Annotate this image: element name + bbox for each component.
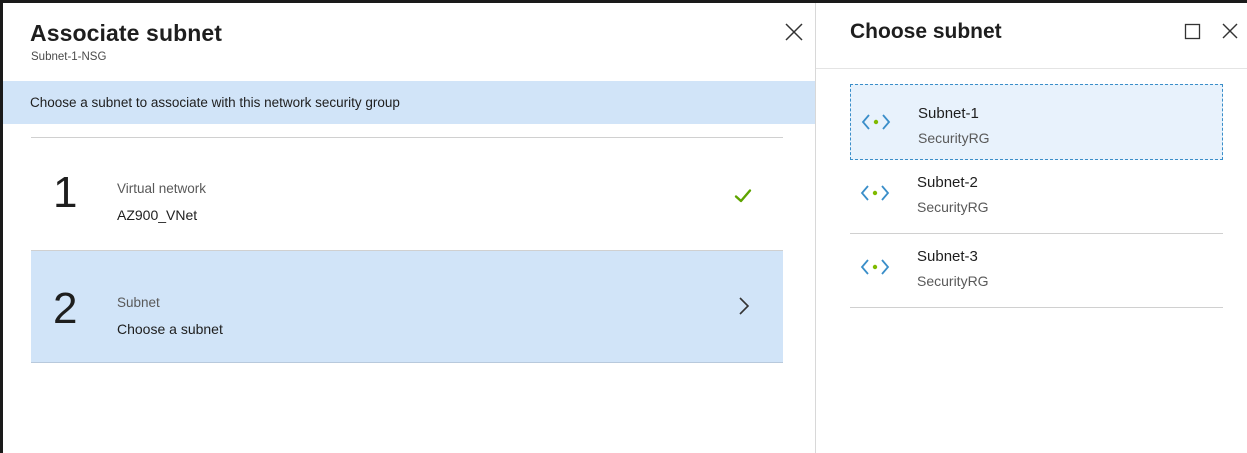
subnet-resource-group: SecurityRG (917, 273, 989, 289)
subnet-list: Subnet-1 SecurityRG Subnet-2 SecurityRG (850, 84, 1223, 308)
associate-subnet-blade: Associate subnet Subnet-1-NSG Choose a s… (3, 3, 816, 453)
close-blade-button[interactable] (783, 21, 805, 43)
blade-title: Associate subnet (30, 20, 223, 46)
subnet-item-3[interactable]: Subnet-3 SecurityRG (850, 234, 1223, 308)
subnet-name: Subnet-3 (917, 248, 978, 265)
close-blade-button[interactable] (1220, 21, 1240, 41)
subnet-resource-group: SecurityRG (918, 130, 990, 146)
virtual-network-icon (860, 257, 890, 277)
subnet-resource-group: SecurityRG (917, 199, 989, 215)
step-value: AZ900_VNet (117, 207, 198, 223)
subnet-item-1[interactable]: Subnet-1 SecurityRG (850, 84, 1223, 160)
step-number: 1 (53, 168, 78, 217)
subnet-item-2[interactable]: Subnet-2 SecurityRG (850, 160, 1223, 234)
blade-header: Associate subnet Subnet-1-NSG (3, 3, 815, 72)
close-icon (1222, 23, 1238, 39)
step-subnet[interactable]: 2 Subnet Choose a subnet (31, 251, 783, 363)
close-icon (785, 23, 803, 41)
blade-subtitle: Subnet-1-NSG (31, 51, 107, 63)
chevron-right-icon (738, 295, 750, 317)
subnet-name: Subnet-2 (917, 174, 978, 191)
step-virtual-network[interactable]: 1 Virtual network AZ900_VNet (31, 138, 783, 251)
step-label: Subnet (117, 295, 160, 310)
check-icon (734, 188, 752, 204)
step-label: Virtual network (117, 181, 207, 196)
info-banner: Choose a subnet to associate with this n… (3, 81, 815, 124)
step-value: Choose a subnet (117, 321, 223, 337)
info-text: Choose a subnet to associate with this n… (30, 95, 400, 110)
maximize-button[interactable] (1184, 23, 1201, 40)
blade-header: Choose subnet (816, 3, 1247, 69)
subnet-name: Subnet-1 (918, 105, 979, 122)
virtual-network-icon (861, 112, 891, 132)
blade-title: Choose subnet (850, 20, 1002, 43)
step-number: 2 (53, 284, 78, 333)
virtual-network-icon (860, 183, 890, 203)
choose-subnet-blade: Choose subnet Subnet-1 SecurityRG Subnet… (816, 3, 1247, 453)
maximize-icon (1184, 23, 1201, 40)
